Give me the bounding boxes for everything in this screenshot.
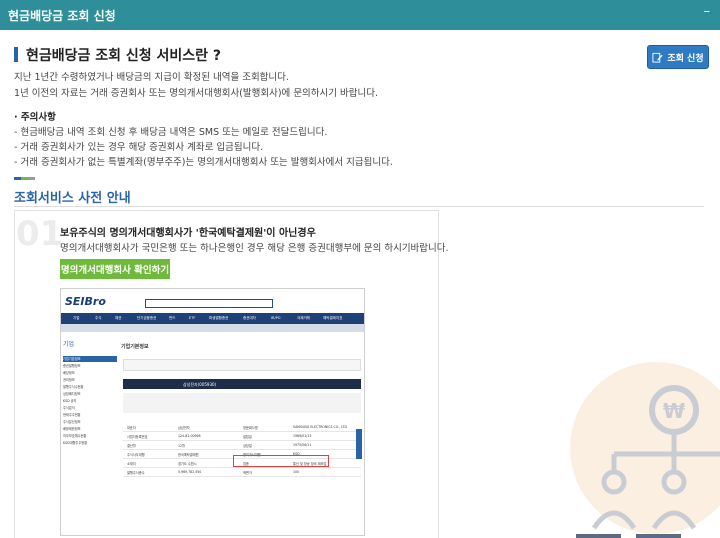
nav-item: IR/PO (271, 316, 281, 320)
section-divider (14, 206, 704, 207)
nav-item: 예탁결제지표 (323, 316, 343, 320)
screenshot-top-nav: 기업 주식 채권 단기금융증권 펀드 ETF 파생결합증권 증권대차 IR/PO… (61, 313, 364, 324)
intro-line-2: 1년 이전의 자료는 거래 증권회사 또는 명의개서대행회사(발행회사)에 문의… (14, 88, 379, 99)
nav-item: 단기금융증권 (137, 316, 157, 320)
service-intro-title-text: 현금배당금 조회 신청 서비스란 ? (26, 48, 222, 64)
left-item: 배당정보 (63, 371, 75, 375)
left-item: KSD대행주주현황 (63, 441, 88, 445)
nav-item: 파생결합증권 (209, 316, 229, 320)
nav-item: 펀드 (169, 316, 176, 320)
screenshot-search-bar (123, 359, 361, 371)
request-inquiry-button[interactable]: 조회 신청 (647, 45, 709, 69)
nav-item: 증권대차 (243, 316, 256, 320)
step-title: 보유주식의 명의개서대행회사가 '한국예탁결제원'이 아닌경우 (60, 228, 316, 239)
intro-line-1: 지난 1년간 수령하였거나 배당금의 지급이 확정된 내역을 조회합니다. (14, 72, 289, 83)
notes-title: · 주의사항 (14, 112, 56, 123)
screenshot-company-name: 삼성전자(005930) (183, 382, 217, 387)
minimize-button[interactable]: – (704, 4, 711, 19)
left-item: 증권발행정보 (63, 364, 81, 368)
title-bar-accent (14, 47, 18, 62)
screenshot-info-box (123, 393, 361, 413)
step-number: 01 (16, 214, 64, 254)
left-item: 기업기본정보 (63, 356, 117, 362)
note-item-2: - 거래 증권회사가 있는 경우 해당 증권회사 계좌로 입금됩니다. (14, 142, 264, 153)
left-item: 주식분석 (63, 406, 75, 410)
nav-item: 기업 (73, 316, 80, 320)
left-item: 의무보호예수현황 (63, 434, 87, 438)
screenshot-sub-nav (61, 324, 364, 332)
left-item: 배정제한정보 (63, 427, 81, 431)
screenshot-search-box (145, 299, 273, 308)
example-screenshot: SEIBro 기업 주식 채권 단기금융증권 펀드 ETF 파생결합증권 증권대… (60, 288, 365, 536)
left-item: 상장폐지정보 (63, 392, 81, 396)
left-item: 현재주주현황 (63, 413, 81, 417)
dividend-network-icon: ₩ (570, 362, 720, 538)
guide-accent-bar (14, 177, 36, 180)
grid-row: 발행주식총수 5,969,782,550 액면가 100 (123, 468, 361, 477)
check-transfer-agent-button[interactable]: 명의개서대행회사 확인하기 (60, 259, 170, 279)
request-button-label: 조회 신청 (667, 53, 704, 64)
nav-item: ETF (189, 316, 196, 320)
note-item-1: - 현금배당금 내역 조회 신청 후 배당금 내역은 SMS 또는 메일로 전달… (14, 127, 328, 138)
nav-item: 국제거래 (297, 316, 310, 320)
screenshot-side-tab (356, 429, 362, 459)
seibro-logo: SEIBro (65, 295, 106, 308)
left-item: KSD 공지 (63, 399, 77, 403)
screenshot-page-title: 기업기본정보 (121, 344, 149, 350)
svg-text:₩: ₩ (663, 399, 685, 423)
window-titlebar: 현금배당금 조회 신청 – (0, 0, 720, 30)
screenshot-left-panel: 기업 기업기본정보 증권발행정보 배당정보 권리정보 발행주식수현황 상장폐지정… (63, 339, 117, 534)
grid-row: 대표자 삼성전자 영문회사명 SAMSUNG ELECTRONICS CO., LTD (123, 423, 361, 432)
guide-title: 조회서비스 사전 안내 (14, 191, 131, 206)
step-description: 명의개서대행회사가 국민은행 또는 하나은행인 경우 해당 은행 증권대행부에 … (60, 243, 449, 254)
screenshot-company-bar: 삼성전자(005930) (123, 379, 361, 389)
nav-item: 주식 (95, 316, 102, 320)
screenshot-grid: 대표자 삼성전자 영문회사명 SAMSUNG ELECTRONICS CO., LTD… (123, 423, 361, 477)
grid-row: 사업자등록번호 124-81-00998 설립일 1969/01/13 (123, 432, 361, 441)
left-item: 권리정보 (63, 378, 75, 382)
window-title: 현금배당금 조회 신청 (8, 9, 116, 23)
edit-document-icon (652, 52, 663, 63)
left-item: 발행주식수현황 (63, 385, 84, 389)
nav-item: 채권 (115, 316, 122, 320)
service-intro-title: 현금배당금 조회 신청 서비스란 ? (14, 45, 221, 65)
grid-row: 결산월 12월 상장일 1975/06/11 (123, 441, 361, 450)
note-item-3: - 거래 증권회사가 없는 특별계좌(명부주주)는 명의개서대행회사 또는 발행… (14, 157, 393, 168)
left-panel-heading: 기업 (63, 341, 75, 348)
highlight-box (233, 455, 329, 467)
left-item: 주식분산정보 (63, 420, 81, 424)
